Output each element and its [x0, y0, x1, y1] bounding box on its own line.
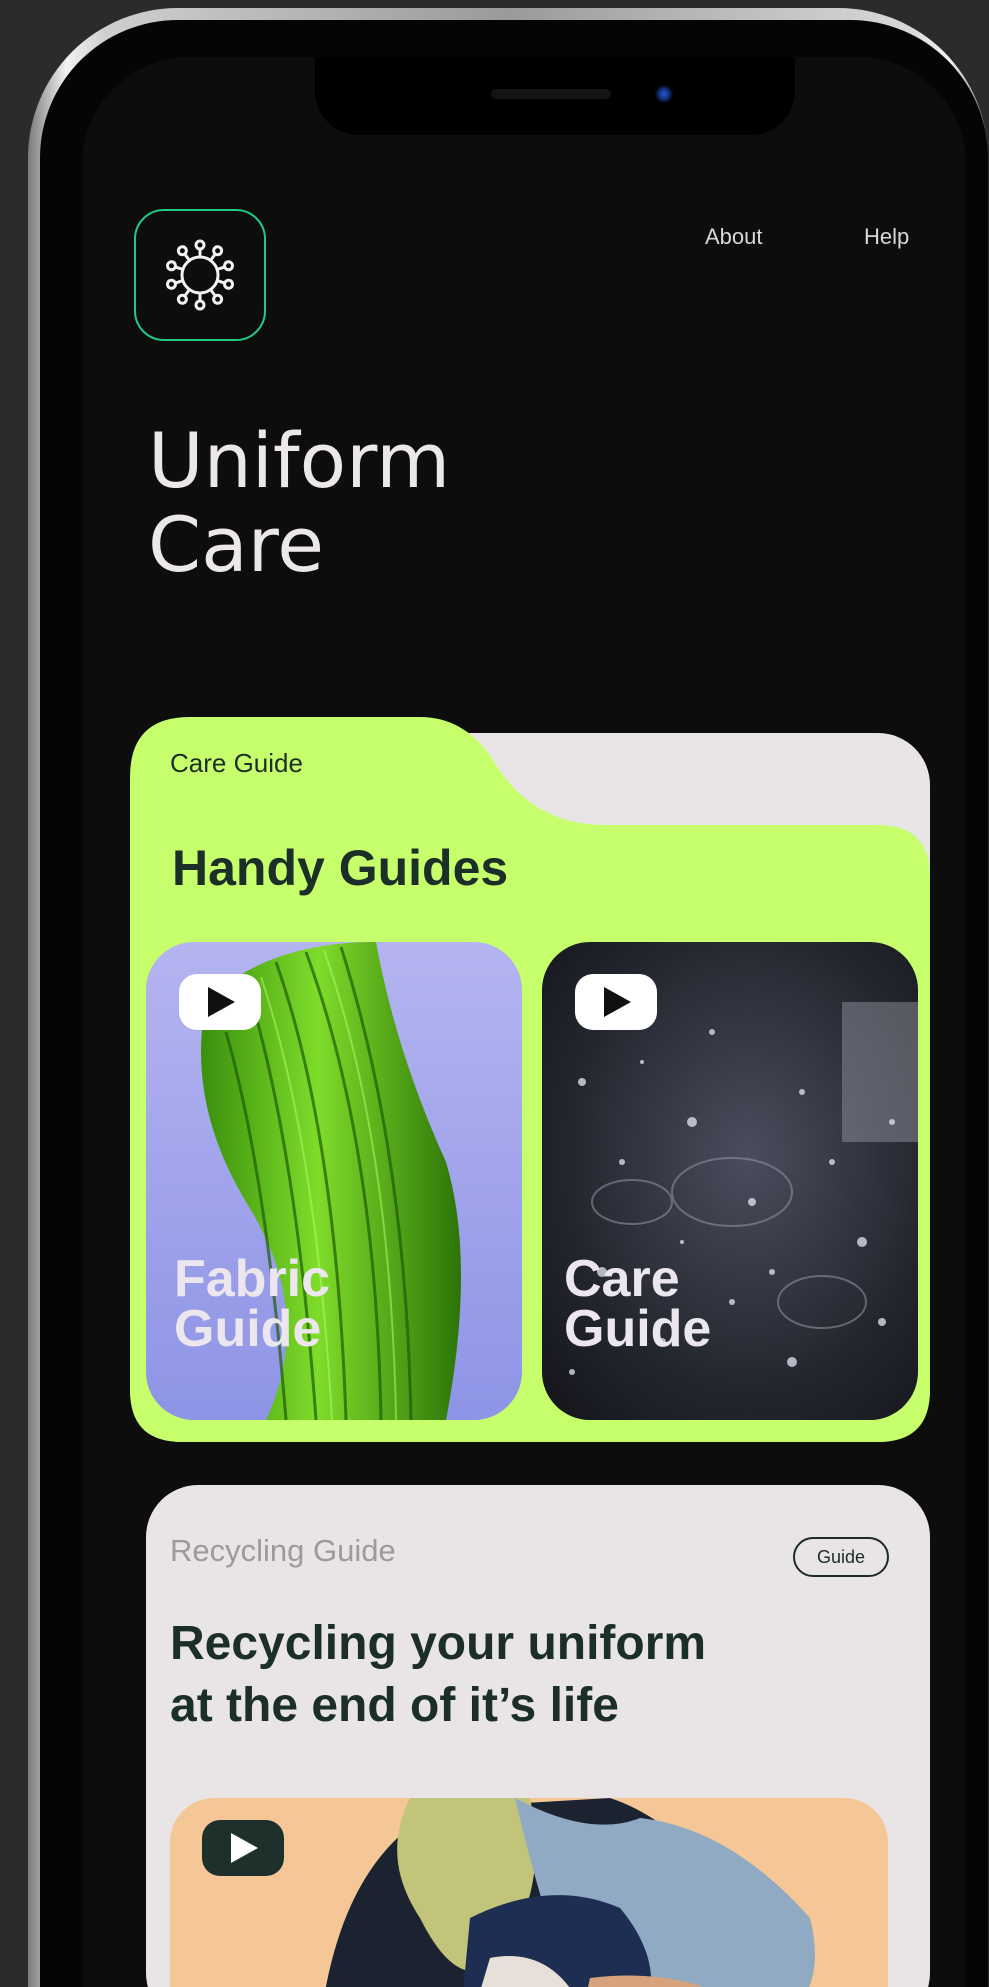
- handy-guides-heading: Handy Guides: [172, 840, 509, 896]
- play-icon: [208, 987, 235, 1017]
- phone-bezel: About Help Uniform Care Care Guide Handy…: [40, 20, 988, 1987]
- speaker-grille: [491, 89, 611, 99]
- app-logo-button[interactable]: [134, 209, 266, 341]
- fabric-guide-video-card[interactable]: Fabric Guide: [146, 942, 522, 1420]
- care-guide-title: Care Guide: [564, 1250, 712, 1358]
- fabric-guide-title: Fabric Guide: [174, 1250, 331, 1358]
- recycling-guide-label: Recycling Guide: [170, 1533, 396, 1568]
- nav-about-link[interactable]: About: [705, 224, 763, 250]
- care-guide-video-card[interactable]: Care Guide: [542, 942, 918, 1420]
- guide-pill-button[interactable]: Guide: [793, 1537, 889, 1577]
- recycling-video-thumbnail[interactable]: [170, 1798, 888, 1987]
- virus-logo-icon: [164, 239, 236, 311]
- phone-frame: About Help Uniform Care Care Guide Handy…: [28, 8, 988, 1987]
- front-camera-icon: [655, 85, 673, 103]
- fabric-guide-play-button[interactable]: [179, 974, 261, 1030]
- page-title: Uniform Care: [148, 416, 451, 589]
- recycling-guide-card: Recycling Guide Guide Recycling your uni…: [146, 1485, 930, 1987]
- care-guide-card: Care Guide Handy Guides Fabric Guide Car…: [130, 717, 930, 1442]
- device-notch: [315, 57, 795, 135]
- recycling-play-button[interactable]: [202, 1820, 284, 1876]
- app-screen: About Help Uniform Care Care Guide Handy…: [82, 57, 966, 1987]
- play-icon: [604, 987, 631, 1017]
- recycling-heading: Recycling your uniform at the end of it’…: [170, 1617, 707, 1732]
- play-icon: [231, 1833, 258, 1863]
- nav-help-link[interactable]: Help: [864, 224, 909, 250]
- care-guide-tab-label[interactable]: Care Guide: [170, 748, 303, 779]
- care-guide-play-button[interactable]: [575, 974, 657, 1030]
